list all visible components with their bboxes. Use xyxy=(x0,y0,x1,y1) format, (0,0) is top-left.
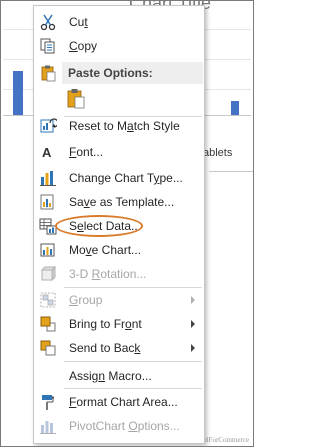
menu-item-label: Font... xyxy=(69,145,104,159)
pivotchart-icon xyxy=(39,417,57,435)
paste-options-label: Paste Options: xyxy=(68,66,153,80)
chart-bar xyxy=(13,71,23,115)
menu-item-3d-rotation[interactable]: 3-D Rotation... xyxy=(35,262,203,286)
menu-item-label: Copy xyxy=(69,39,98,53)
submenu-arrow-icon xyxy=(191,344,195,352)
menu-item-label: Assign Macro... xyxy=(69,369,152,383)
copy-icon xyxy=(39,37,57,55)
font-icon: A xyxy=(39,143,57,161)
clipboard-icon xyxy=(66,88,86,115)
chart-axis-tick xyxy=(209,171,253,172)
menu-item-copy[interactable]: Copy xyxy=(35,34,203,58)
menu-item-reset-to-match-style[interactable]: Reset to Match Style xyxy=(35,114,203,138)
menu-item-label: Reset to Match Style xyxy=(69,119,180,133)
menu-item-label: Group xyxy=(69,293,103,307)
submenu-arrow-icon xyxy=(191,320,195,328)
menu-item-group[interactable]: Group xyxy=(35,288,203,312)
screenshot-frame: Chart Title ablets ExcelForCommerce Cut xyxy=(0,0,254,447)
menu-item-label: Move Chart... xyxy=(69,243,142,257)
menu-item-font[interactable]: A Font... xyxy=(35,140,203,164)
menu-item-label: Save as Template... xyxy=(69,195,175,209)
submenu-arrow-icon xyxy=(191,296,195,304)
menu-item-label: Change Chart Type... xyxy=(69,171,183,185)
menu-item-assign-macro[interactable]: Assign Macro... xyxy=(35,364,203,388)
format-brush-icon xyxy=(39,393,57,411)
menu-item-label: PivotChart Options... xyxy=(69,419,180,433)
paste-icon xyxy=(39,64,57,82)
3d-rotation-icon xyxy=(39,265,57,283)
move-chart-icon xyxy=(39,241,57,259)
menu-item-label: Format Chart Area... xyxy=(69,395,178,409)
menu-item-cut[interactable]: Cut xyxy=(35,10,203,34)
chart-axis-label-fragment: ablets xyxy=(203,147,233,159)
group-icon xyxy=(39,291,57,309)
menu-separator xyxy=(64,361,202,362)
menu-item-label: 3-D Rotation... xyxy=(69,267,147,281)
send-to-back-icon xyxy=(39,339,57,357)
menu-item-send-to-back[interactable]: Send to Back xyxy=(35,336,203,360)
bring-to-front-icon xyxy=(39,315,57,333)
menu-item-bring-to-front[interactable]: Bring to Front xyxy=(35,312,203,336)
menu-item-label: Bring to Front xyxy=(69,317,142,331)
save-template-icon xyxy=(39,193,57,211)
chart-type-icon xyxy=(39,169,57,187)
menu-separator xyxy=(64,388,202,389)
reset-style-icon xyxy=(39,117,59,135)
highlight-oval-annotation xyxy=(55,215,143,237)
paste-option-keep-source[interactable] xyxy=(64,86,88,112)
chart-bar xyxy=(231,101,239,115)
menu-item-label: Cut xyxy=(69,15,88,29)
menu-item-move-chart[interactable]: Move Chart... xyxy=(35,238,203,262)
menu-item-save-as-template[interactable]: Save as Template... xyxy=(35,190,203,214)
menu-item-change-chart-type[interactable]: Change Chart Type... xyxy=(35,166,203,190)
menu-item-format-chart-area[interactable]: Format Chart Area... xyxy=(35,390,203,414)
menu-item-pivotchart-options[interactable]: PivotChart Options... xyxy=(35,414,203,438)
svg-text:A: A xyxy=(42,145,52,160)
paste-options-header: Paste Options: xyxy=(62,62,203,84)
scissors-icon xyxy=(39,13,57,31)
menu-item-label: Send to Back xyxy=(69,341,141,355)
